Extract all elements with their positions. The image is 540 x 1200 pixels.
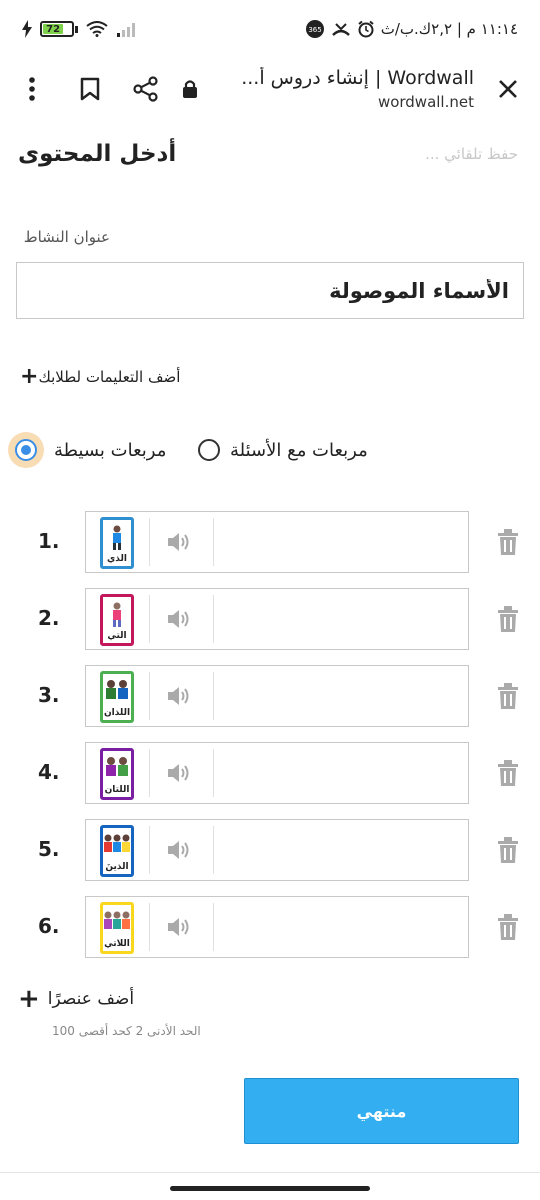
page-info[interactable]: Wordwall | إنشاء دروس أ... wordwall.net: [202, 67, 488, 111]
more-vert-icon: [29, 77, 35, 101]
list-item: 6. اللاتي: [0, 896, 540, 958]
trash-icon[interactable]: [497, 914, 519, 940]
item-image[interactable]: اللذان: [100, 671, 134, 723]
trash-icon[interactable]: [497, 760, 519, 786]
people-illustration-icon: [104, 911, 130, 929]
home-indicator[interactable]: [170, 1186, 370, 1191]
item-input-box[interactable]: الذينَ: [85, 819, 469, 881]
status-icons-right: ١١:١٤ م | ٢,٢ك.ب/ث 365: [305, 19, 518, 39]
option-boxes-with-questions[interactable]: مربعات مع الأسئلة: [198, 422, 368, 478]
item-number: 4.: [38, 760, 60, 784]
item-image[interactable]: اللاتي: [100, 902, 134, 954]
list-item: 1. الذي: [0, 511, 540, 573]
missed-call-icon: [331, 23, 350, 36]
browser-toolbar: Wordwall | إنشاء دروس أ... wordwall.net: [0, 58, 540, 120]
list-item: 3. اللذان: [0, 665, 540, 727]
speaker-icon[interactable]: [166, 531, 190, 553]
alarm-icon: [358, 20, 374, 38]
lock-icon: [183, 80, 197, 98]
item-input-box[interactable]: اللذان: [85, 665, 469, 727]
app-365-icon: 365: [305, 20, 324, 38]
speaker-icon[interactable]: [166, 916, 190, 938]
wifi-icon: [86, 21, 108, 37]
radio-checked-icon[interactable]: [8, 432, 44, 468]
status-time: ١١:١٤ م | ٢,٢ك.ب/ث: [380, 20, 518, 38]
menu-button[interactable]: [12, 67, 52, 111]
person-illustration-icon: [113, 602, 121, 627]
item-image[interactable]: التي: [100, 594, 134, 646]
speaker-icon[interactable]: [166, 762, 190, 784]
bookmark-icon: [80, 77, 100, 101]
item-input-box[interactable]: التي: [85, 588, 469, 650]
activity-title-input[interactable]: [16, 262, 524, 319]
add-item-label: أضف عنصرًا: [47, 989, 135, 1009]
signal-icon: [117, 23, 135, 37]
person-illustration-icon: [113, 525, 121, 550]
item-input-box[interactable]: الذي: [85, 511, 469, 573]
share-icon: [133, 76, 158, 102]
item-input-box[interactable]: اللاتي: [85, 896, 469, 958]
layout-options: مربعات مع الأسئلة مربعات بسيطة: [0, 422, 540, 478]
item-image-word: اللتان: [104, 785, 130, 795]
plus-icon: +: [20, 364, 39, 389]
list-item: 4. اللتان: [0, 742, 540, 804]
url-text: wordwall.net: [377, 93, 474, 111]
item-number: 3.: [38, 683, 60, 707]
speaker-icon[interactable]: [166, 608, 190, 630]
bookmark-button[interactable]: [70, 67, 110, 111]
status-bar: 72 ١١:١٤ م | ٢,٢ك.ب/ث 365: [0, 0, 540, 58]
done-button[interactable]: منتهي: [244, 1078, 519, 1144]
trash-icon[interactable]: [497, 683, 519, 709]
close-icon: [499, 80, 517, 98]
people-illustration-icon: [104, 834, 130, 852]
item-image-word: الذينَ: [105, 862, 129, 872]
tab-title: Wordwall | إنشاء دروس أ...: [241, 67, 474, 89]
radio-unchecked-icon[interactable]: [198, 439, 220, 461]
trash-icon[interactable]: [497, 529, 519, 555]
autosave-status: ... حفظ تلقائي: [425, 145, 518, 163]
item-image-word: اللاتي: [104, 939, 130, 949]
add-instructions-link[interactable]: أضف التعليمات لطلابك +: [18, 364, 180, 389]
item-image[interactable]: الذي: [100, 517, 134, 569]
item-limits-hint: الحد الأدنى 2 كحد أقصى 100: [52, 1024, 201, 1038]
speaker-icon[interactable]: [166, 839, 190, 861]
plus-icon: +: [18, 984, 40, 1014]
status-icons-left: 72: [22, 20, 138, 38]
close-tab-button[interactable]: [488, 67, 528, 111]
speaker-icon[interactable]: [166, 685, 190, 707]
item-number: 2.: [38, 606, 60, 630]
item-image-word: اللذان: [103, 708, 131, 718]
item-number: 5.: [38, 837, 60, 861]
battery-level: 72: [43, 24, 64, 35]
share-button[interactable]: [126, 67, 166, 111]
people-illustration-icon: [106, 680, 128, 699]
option-label: مربعات بسيطة: [54, 439, 167, 461]
page-title: أدخل المحتوى: [18, 141, 177, 167]
battery-icon: 72: [40, 21, 78, 37]
people-illustration-icon: [106, 757, 128, 776]
option-label: مربعات مع الأسئلة: [230, 439, 368, 461]
trash-icon[interactable]: [497, 606, 519, 632]
item-image-word: التي: [107, 631, 127, 641]
trash-icon[interactable]: [497, 837, 519, 863]
svg-text:365: 365: [308, 26, 321, 34]
item-image-word: الذي: [107, 554, 127, 564]
editor-header: أدخل المحتوى ... حفظ تلقائي: [0, 130, 540, 178]
list-item: 2. التي: [0, 588, 540, 650]
option-simple-boxes[interactable]: مربعات بسيطة: [8, 422, 166, 478]
secure-lock[interactable]: [178, 67, 202, 111]
charging-icon: [22, 20, 32, 38]
item-image[interactable]: الذينَ: [100, 825, 134, 877]
divider: [0, 1172, 540, 1173]
item-input-box[interactable]: اللتان: [85, 742, 469, 804]
add-item-button[interactable]: أضف عنصرًا +: [18, 986, 134, 1012]
item-image[interactable]: اللتان: [100, 748, 134, 800]
item-number: 6.: [38, 914, 60, 938]
activity-title-label: عنوان النشاط: [23, 228, 110, 246]
item-number: 1.: [38, 529, 60, 553]
add-instructions-label: أضف التعليمات لطلابك: [38, 367, 181, 386]
list-item: 5. الذينَ: [0, 819, 540, 881]
